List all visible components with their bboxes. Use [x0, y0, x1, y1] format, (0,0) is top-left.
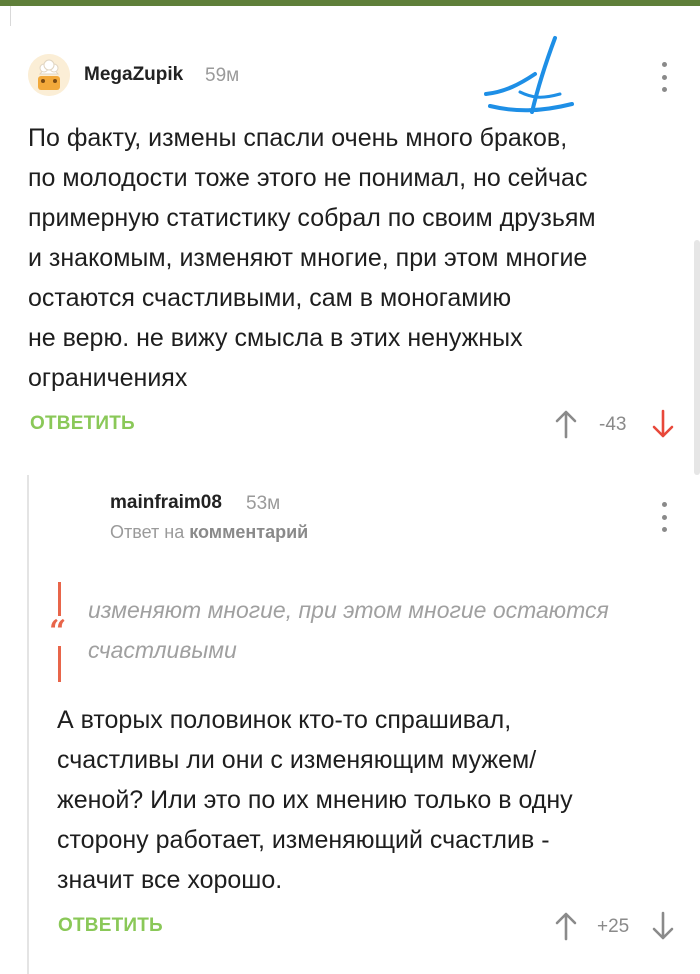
score: -43 — [599, 414, 627, 435]
timestamp: 59м — [205, 65, 240, 86]
reply-button[interactable]: ОТВЕТИТЬ — [58, 915, 163, 937]
more-options-icon[interactable] — [661, 502, 667, 532]
reply-to: Ответ на комментарий — [110, 522, 308, 543]
upvote-arrow-up-icon[interactable] — [554, 911, 578, 941]
quote-text: изменяют многие, при этом многие остаютс… — [88, 590, 678, 670]
quote-icon: “ — [49, 614, 67, 649]
comment-text: По факту, измены спасли очень много брак… — [28, 118, 678, 398]
text-line: остаются счастливыми, сам в моногамию — [28, 284, 512, 312]
text-line: ограничениях — [28, 364, 188, 392]
top-bar — [0, 0, 700, 6]
username[interactable]: MegaZupik — [84, 64, 183, 86]
quote-bar-bottom — [58, 646, 61, 682]
scribble-mark — [484, 36, 574, 114]
quote-bar-top — [58, 582, 61, 616]
downvote-arrow-down-icon[interactable] — [651, 409, 675, 439]
timestamp: 53м — [246, 493, 281, 514]
text-line: значит все хорошо. — [57, 866, 283, 894]
avatar[interactable] — [28, 54, 70, 96]
chef-avatar-icon — [28, 54, 70, 96]
score: +25 — [597, 916, 630, 937]
text-line: сторону работает, изменяющий счастлив - — [57, 826, 550, 854]
reply-thread-line — [27, 475, 29, 974]
downvote-arrow-down-icon[interactable] — [651, 911, 675, 941]
reply-button[interactable]: ОТВЕТИТЬ — [30, 413, 135, 435]
quote-line: изменяют многие, при этом многие остаютс… — [88, 597, 609, 623]
reply-to-prefix: Ответ на — [110, 522, 185, 542]
more-options-icon[interactable] — [661, 62, 667, 92]
text-line: По факту, измены спасли очень много брак… — [28, 124, 568, 152]
thread-line — [10, 6, 11, 26]
text-line: А вторых половинок кто-то спрашивал, — [57, 706, 512, 734]
text-line: примерную статистику собрал по своим дру… — [28, 204, 596, 232]
comment-text: А вторых половинок кто-то спрашивал, сча… — [57, 700, 687, 900]
scrollbar[interactable] — [694, 240, 700, 475]
upvote-arrow-up-icon[interactable] — [554, 409, 578, 439]
text-line: и знакомым, изменяют многие, при этом мн… — [28, 244, 588, 272]
reply-to-link[interactable]: комментарий — [189, 522, 308, 542]
text-line: по молодости тоже этого не понимал, но с… — [28, 164, 588, 192]
text-line: женой? Или это по их мнению только в одн… — [57, 786, 573, 814]
quote-line: счастливыми — [88, 637, 237, 663]
username[interactable]: mainfraim08 — [110, 492, 222, 514]
text-line: не верю. не вижу смысла в этих ненужных — [28, 324, 523, 352]
text-line: счастливы ли они с изменяющим мужем/ — [57, 746, 537, 774]
